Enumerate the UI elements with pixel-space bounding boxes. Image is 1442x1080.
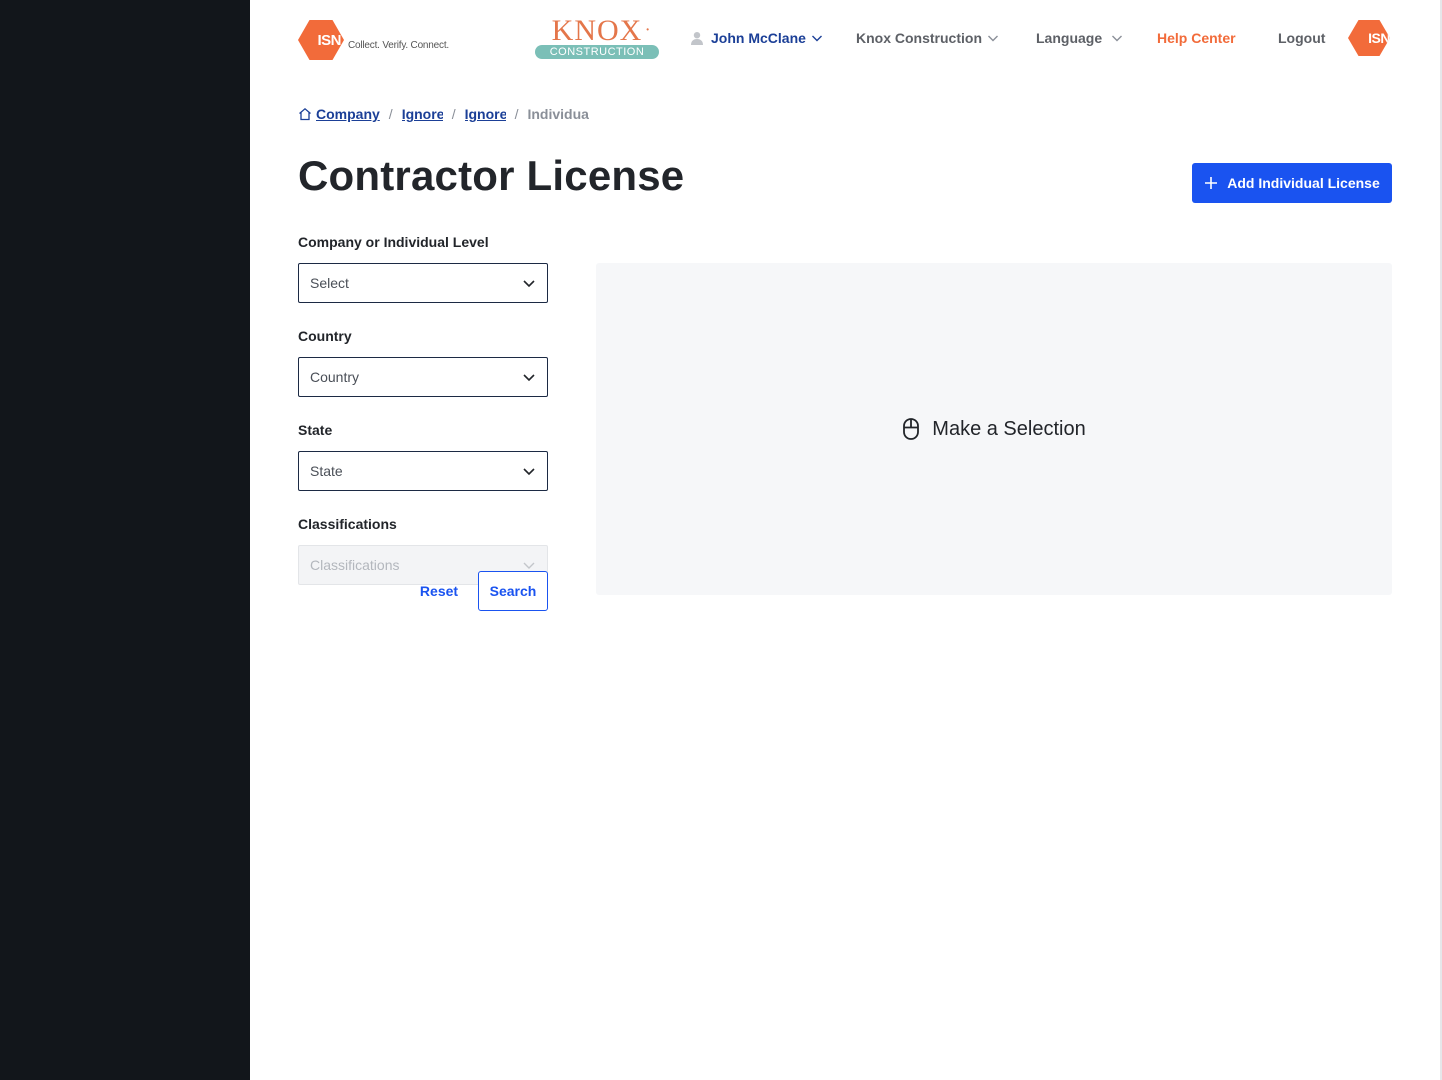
chevron-down-icon: [523, 562, 535, 569]
breadcrumb-ignore-2[interactable]: Ignore: [465, 106, 506, 122]
breadcrumb-separator: /: [514, 106, 519, 122]
plus-icon: [1205, 177, 1218, 189]
state-select-value: State: [310, 463, 343, 479]
client-logo: KNOX • CONSTRUCTION: [535, 14, 659, 61]
level-label: Company or Individual Level: [298, 234, 489, 250]
level-select-value: Select: [310, 275, 349, 291]
company-menu[interactable]: Knox Construction: [856, 28, 999, 48]
country-select[interactable]: Country: [298, 357, 548, 397]
logout-link[interactable]: Logout: [1278, 28, 1325, 48]
client-logo-band: CONSTRUCTION: [535, 45, 659, 59]
breadcrumb-ignore-1[interactable]: Ignore: [402, 106, 443, 122]
client-logo-dot: •: [646, 25, 649, 34]
add-individual-license-button[interactable]: Add Individual License: [1192, 163, 1392, 203]
isn-logo-hexagon: ISN: [298, 20, 344, 60]
filter-actions: Reset Search: [298, 571, 548, 611]
search-button[interactable]: Search: [478, 571, 548, 611]
empty-state-text: Make a Selection: [932, 417, 1086, 440]
isn-logo[interactable]: ISN Collect. Verify. Connect.: [298, 20, 449, 60]
chevron-down-icon: [523, 374, 535, 382]
chevron-down-icon: [988, 35, 998, 42]
user-icon: [691, 32, 703, 45]
page-title: Contractor License: [298, 152, 685, 199]
filters-panel: Company or Individual Level Select Count…: [298, 232, 548, 608]
reset-button[interactable]: Reset: [414, 571, 464, 611]
state-label: State: [298, 422, 333, 438]
state-select[interactable]: State: [298, 451, 548, 491]
breadcrumb-separator: /: [451, 106, 456, 122]
breadcrumb-separator: /: [388, 106, 393, 122]
breadcrumb: Company / Ignore / Ignore / Individua: [298, 106, 589, 122]
breadcrumb-company[interactable]: Company: [316, 106, 380, 122]
left-sidebar-rail: [0, 0, 250, 1080]
classifications-label: Classifications: [298, 516, 397, 532]
empty-state-message: Make a Selection: [902, 417, 1086, 441]
add-individual-license-label: Add Individual License: [1227, 175, 1380, 191]
chevron-down-icon: [523, 280, 535, 288]
user-name: John McClane: [711, 30, 806, 46]
mouse-icon: [903, 418, 920, 440]
isn-logo-right[interactable]: ISN: [1348, 20, 1390, 56]
chevron-down-icon: [811, 35, 822, 42]
help-center-link[interactable]: Help Center: [1157, 28, 1236, 48]
breadcrumb-current: Individua: [527, 106, 589, 122]
results-empty-state: Make a Selection: [596, 263, 1392, 595]
level-select[interactable]: Select: [298, 263, 548, 303]
country-label: Country: [298, 328, 352, 344]
isn-tagline: Collect. Verify. Connect.: [348, 39, 449, 51]
language-menu-label: Language: [1036, 30, 1103, 46]
home-icon: [299, 107, 311, 121]
chevron-down-icon: [1112, 35, 1123, 42]
client-logo-word: KNOX: [551, 14, 643, 47]
isn-logo-right-hexagon: ISN: [1348, 20, 1390, 56]
user-menu[interactable]: John McClane: [690, 28, 823, 48]
main-content: ISN Collect. Verify. Connect. KNOX • CON…: [250, 0, 1440, 1080]
chevron-down-icon: [523, 468, 535, 476]
language-menu[interactable]: Language: [1036, 28, 1123, 48]
country-select-value: Country: [310, 369, 360, 385]
company-menu-label: Knox Construction: [856, 30, 982, 46]
